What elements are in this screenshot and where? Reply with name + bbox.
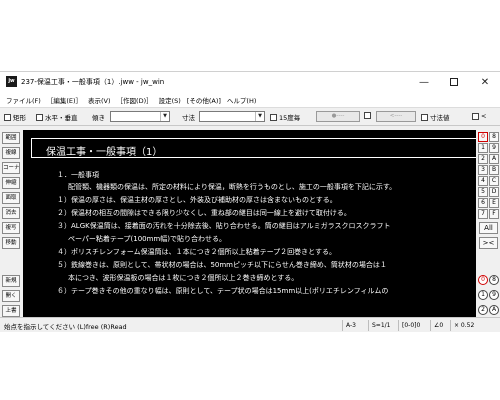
title-bar: jw 237-保温工事・一般事項（1）.jww - jw_win — ✕ [0,72,500,92]
arrow-button[interactable]: <---- [376,111,416,122]
document-title: 保温工事・一般事項（1） [46,147,163,158]
layer-button-c[interactable]: C [489,176,499,186]
rect-label: 矩形 [13,114,26,122]
layer-button-2[interactable]: 2 [478,154,488,164]
layer-button-4[interactable]: 4 [478,176,488,186]
tool-trim[interactable]: 伸縮 [2,177,20,189]
tool-new[interactable]: 新規 [2,275,20,287]
tool-offset[interactable]: 複線 [2,147,20,159]
app-window: jw 237-保温工事・一般事項（1）.jww - jw_win — ✕ ファイ… [0,71,500,332]
invert-layers-button[interactable]: >< [479,237,498,249]
menu-bar: ファイル(F) ［編集(E)］ 表示(V) ［作図(D)］ 設定(S) [その他… [0,92,500,107]
tool-move[interactable]: 移動 [2,237,20,249]
menu-help[interactable]: ヘルプ(H) [224,95,259,105]
tool-range[interactable]: 範囲 [2,132,20,144]
menu-other[interactable]: [その他(A)] [184,95,224,105]
drawing-canvas[interactable]: 保温工事・一般事項（1） １．一般事項 配管類、機器類の保温は、所定の材料により… [23,130,476,317]
lt-toggle[interactable]: < [472,112,486,120]
point-button[interactable]: ●---- [316,111,360,122]
dim-value-label: 寸法値 [430,114,450,122]
tool-corner[interactable]: コーナー [2,162,20,174]
maximize-button[interactable] [439,72,469,92]
slope-combo[interactable]: ▼ [110,111,170,122]
hv-label: 水平・垂直 [45,114,78,122]
current-layer[interactable]: [0-0]0 [398,320,430,331]
angle-readout[interactable]: ∠0 [430,320,450,331]
menu-file[interactable]: ファイル(F) [3,95,44,105]
text-line: ５）鉄線巻きは、原則として、帯状材の場合は、50mmピッチ以下にらせん巻き締め、… [57,261,387,269]
layer-button-d[interactable]: D [489,187,499,197]
close-button[interactable]: ✕ [470,72,500,92]
tool-open[interactable]: 開く [2,290,20,302]
layer-button-1[interactable]: 1 [478,143,488,153]
minimize-button[interactable]: — [409,72,439,92]
menu-edit[interactable]: ［編集(E)］ [44,95,85,105]
layer-button-f[interactable]: F [489,209,499,219]
paper-size[interactable]: A-3 [342,320,368,331]
menu-draw[interactable]: ［作図(D)］ [114,95,156,105]
dim-value-toggle[interactable]: 寸法値 [421,112,450,122]
drawing-scale[interactable]: S=1/1 [368,320,398,331]
tool-save[interactable]: 上書 [2,305,20,317]
toggle-2-checkbox[interactable] [364,112,371,119]
title-frame: 保温工事・一般事項（1） [31,138,476,158]
layer-button-7[interactable]: 7 [478,209,488,219]
group-button-1[interactable]: 1 [478,290,488,300]
layer-button-e[interactable]: E [489,198,499,208]
text-line: １．一般事項 [57,171,99,179]
menu-view[interactable]: 表示(V) [85,95,114,105]
dim-value-checkbox[interactable] [421,113,428,121]
status-bar: 始点を指示してください (L)free (R)Read A-3 S=1/1 [0… [0,317,500,332]
dimension-combo[interactable]: ▼ [199,111,265,122]
text-line: ６）テープ巻きその他の重なり幅は、原則として、テープ状の場合は15mm以上(ポリ… [57,287,389,295]
text-line: ペーパー粘着テープ(100mm幅)で貼り合わせる。 [68,235,226,243]
tool-chamfer[interactable]: 面取 [2,192,20,204]
layer-button-8[interactable]: 8 [489,132,499,142]
lt-checkbox[interactable] [472,112,479,120]
text-line: 配管類、機器類の保温は、所定の材料により保温，断熱を行うものとし、施工の一般事項… [68,183,397,191]
rect-toggle[interactable]: 矩形 [4,112,26,122]
zoom-readout[interactable]: × 0.52 [450,320,498,331]
text-line: 本につき、波形保温板の場合は１枚につき２個所以上２巻き締めとする。 [68,274,299,282]
layer-button-6[interactable]: 6 [478,198,488,208]
dimension-dropdown-icon[interactable]: ▼ [255,112,264,121]
layer-button-a[interactable]: A [489,154,499,164]
dimension-label: 寸法 [182,114,195,122]
fifteen-deg-toggle[interactable]: 15度毎 [270,112,300,122]
hv-toggle[interactable]: 水平・垂直 [36,112,78,122]
group-button-9[interactable]: 9 [489,290,499,300]
layer-button-9[interactable]: 9 [489,143,499,153]
layer-palette: 0 8 1 9 2 A 3 B 4 C 5 D 6 E 7 F All >< 0… [477,127,500,332]
toggle-2[interactable] [364,112,373,119]
group-button-2[interactable]: 2 [478,305,488,315]
layer-button-b[interactable]: B [489,165,499,175]
text-line: ３）ALGK保温筒は、接着面の汚れを十分除去後、貼り合わせる。筒の継目はアルミガ… [57,222,391,230]
tool-palette: 範囲 複線 コーナー 伸縮 面取 消去 複写 移動 新規 開く 上書 [0,127,22,332]
layer-button-3[interactable]: 3 [478,165,488,175]
text-line: ２）保温材の相互の間隙はできる限り少なくし、重ね部の継目は同一線上を避けて取付け… [57,209,351,217]
rect-checkbox[interactable] [4,113,11,121]
lt-label: < [481,112,487,120]
text-line: ４）ポリスチレンフォーム保温筒は、１本につき２個所以上粘着テープ２回巻きとする。 [57,248,336,256]
tool-erase[interactable]: 消去 [2,207,20,219]
all-layers-button[interactable]: All [479,222,498,234]
tool-copy[interactable]: 複写 [2,222,20,234]
toolbar: 矩形 水平・垂直 傾き ▼ 寸法 ▼ 15度毎 ●---- <---- 寸法値 … [0,107,500,126]
layer-button-0[interactable]: 0 [478,132,488,142]
group-button-0[interactable]: 0 [478,275,488,285]
text-line: １）保温の厚さは、保温主材の厚さとし、外装及び補助材の厚さは含まないものとする。 [57,196,337,204]
jw-app-icon: jw [6,76,17,87]
status-message: 始点を指示してください (L)free (R)Read [4,323,127,331]
menu-settings[interactable]: 設定(S) [156,95,184,105]
hv-checkbox[interactable] [36,113,43,121]
slope-label: 傾き [92,114,105,122]
group-button-a[interactable]: A [489,305,499,315]
window-title: 237-保温工事・一般事項（1）.jww - jw_win [21,78,165,86]
slope-dropdown-icon[interactable]: ▼ [160,112,169,121]
layer-button-5[interactable]: 5 [478,187,488,197]
fifteen-deg-label: 15度毎 [279,114,301,122]
group-button-8[interactable]: 8 [489,275,499,285]
maximize-icon [450,78,458,86]
fifteen-deg-checkbox[interactable] [270,113,277,121]
